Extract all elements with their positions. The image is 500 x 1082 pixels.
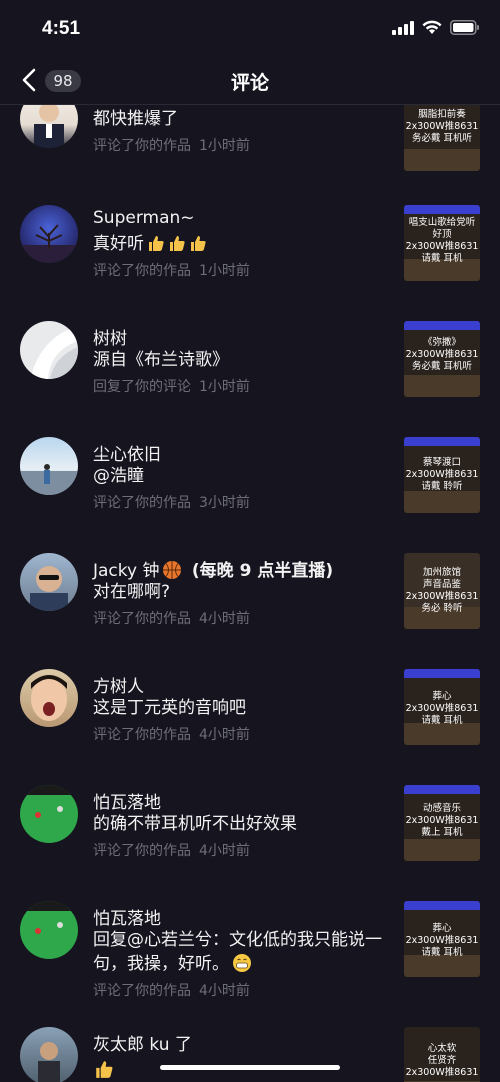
comment-meta: 评论了你的作品 4小时前: [93, 724, 250, 744]
comment-time: 1小时前: [199, 138, 250, 154]
comment-text: 都快推爆了: [93, 109, 178, 129]
work-thumbnail[interactable]: 动感音乐 2x300W推8631 戴上 耳机: [404, 785, 480, 861]
list-item[interactable]: Superman~ 真好听 评论了你的作品 1小时前 唱支山歌给党听 好顶 2x3…: [0, 205, 500, 295]
thumbs-up-icon: [170, 236, 185, 251]
comment-list[interactable]: 都快推爆了 评论了你的作品 1小时前 胭脂扣前奏 2x300W推8631 务必戴 …: [0, 105, 500, 1082]
comment-text: 源自《布兰诗歌》: [93, 350, 229, 370]
thumbs-up-icon: [149, 236, 164, 251]
home-indicator[interactable]: [160, 1065, 340, 1070]
list-item[interactable]: 尘心依旧 @浩瞳 评论了你的作品 3小时前 蔡琴渡口 2x300W推8631 请戴…: [0, 437, 500, 527]
work-thumbnail[interactable]: 葬心 2x300W推8631 请戴 耳机: [404, 669, 480, 745]
battery-icon: [450, 20, 479, 35]
comment-action: 评论了你的作品: [93, 727, 191, 743]
cellular-signal-icon: [392, 20, 414, 35]
comment-time: 1小时前: [199, 379, 250, 395]
comment-action: 回复了你的评论: [93, 379, 191, 395]
page-title: 评论: [230, 72, 269, 94]
status-icons: [392, 20, 480, 35]
list-item[interactable]: 怕瓦落地 的确不带耳机听不出好效果 评论了你的作品 4小时前 动感音乐 2x300…: [0, 785, 500, 875]
avatar[interactable]: [20, 321, 78, 379]
comment-text: 回复@心若兰兮：文化低的我只能说一句，我操，好听。: [93, 930, 382, 974]
comment-action: 评论了你的作品: [93, 843, 191, 859]
thumbs-up-icon: [191, 236, 206, 251]
comment-action: 评论了你的作品: [93, 983, 191, 999]
comment-time: 3小时前: [199, 495, 250, 511]
comment-meta: 评论了你的作品 4小时前: [93, 840, 250, 860]
user-name[interactable]: 方树人: [93, 672, 144, 697]
grinning-face-icon: [233, 954, 251, 972]
status-time: 4:51: [42, 18, 81, 39]
list-item[interactable]: 方树人 这是丁元英的音响吧 评论了你的作品 4小时前 葬心 2x300W推8631…: [0, 669, 500, 759]
comment-text: 这是丁元英的音响吧: [93, 698, 246, 718]
list-item[interactable]: 树树 源自《布兰诗歌》 回复了你的评论 1小时前 《弥撒》 2x300W推8631…: [0, 321, 500, 411]
comment-text: 真好听: [93, 232, 393, 256]
work-thumbnail[interactable]: 《弥撒》 2x300W推8631 务必戴 耳机听: [404, 321, 480, 397]
user-name[interactable]: 怕瓦落地: [93, 788, 161, 813]
comment-action: 评论了你的作品: [93, 611, 191, 627]
comment-meta: 评论了你的作品 1小时前: [93, 260, 250, 280]
comment-action: 评论了你的作品: [93, 495, 191, 511]
comment-action: 评论了你的作品: [93, 263, 191, 279]
list-item[interactable]: 灰太郎 ku 了 心太软 任贤齐 2x300W推8631: [0, 1027, 500, 1082]
comment-text: 对在哪啊?: [93, 582, 171, 602]
comment-meta: 评论了你的作品 1小时前: [93, 135, 250, 155]
work-thumbnail[interactable]: 唱支山歌给党听 好顶 2x300W推8631 请戴 耳机: [404, 205, 480, 281]
user-name[interactable]: 树树: [93, 324, 127, 349]
list-item[interactable]: 怕瓦落地 回复@心若兰兮：文化低的我只能说一句，我操，好听。 评论了你的作品 4小…: [0, 901, 500, 1011]
comment-meta: 回复了你的评论 1小时前: [93, 376, 250, 396]
user-name[interactable]: 怕瓦落地: [93, 904, 161, 929]
comment-time: 4小时前: [199, 843, 250, 859]
comment-action: 评论了你的作品: [93, 138, 191, 154]
comment-meta: 评论了你的作品 4小时前: [93, 980, 250, 1000]
avatar[interactable]: [20, 785, 78, 843]
avatar[interactable]: [20, 669, 78, 727]
avatar[interactable]: [20, 437, 78, 495]
user-name[interactable]: 尘心依旧: [93, 440, 161, 465]
user-name[interactable]: Jacky 钟 (每晚 9 点半直播): [93, 556, 333, 581]
comment-text: @浩瞳: [93, 466, 144, 486]
nav-bar: 98 评论: [0, 58, 500, 104]
work-thumbnail[interactable]: 葬心 2x300W推8631 请戴 耳机: [404, 901, 480, 977]
work-thumbnail[interactable]: 胭脂扣前奏 2x300W推8631 务必戴 耳机听: [404, 105, 480, 171]
comment-meta: 评论了你的作品 3小时前: [93, 492, 250, 512]
comment-time: 4小时前: [199, 983, 250, 999]
avatar[interactable]: [20, 105, 78, 148]
thumbs-up-icon: [96, 1061, 113, 1078]
comment-text: 的确不带耳机听不出好效果: [93, 814, 297, 834]
comment-meta: 评论了你的作品 4小时前: [93, 608, 250, 628]
avatar[interactable]: [20, 1027, 78, 1082]
avatar[interactable]: [20, 553, 78, 611]
basketball-icon: [163, 561, 182, 579]
list-item[interactable]: 都快推爆了 评论了你的作品 1小时前 胭脂扣前奏 2x300W推8631 务必戴 …: [0, 105, 500, 175]
comment-time: 1小时前: [199, 263, 250, 279]
work-thumbnail[interactable]: 加州旅馆 声音品鉴 2x300W推8631 务必 聆听: [404, 553, 480, 629]
wifi-icon: [422, 20, 442, 34]
work-thumbnail[interactable]: 蔡琴渡口 2x300W推8631 请戴 聆听: [404, 437, 480, 513]
user-name[interactable]: Superman~: [93, 208, 195, 228]
status-bar: 4:51: [0, 0, 500, 58]
user-name[interactable]: 灰太郎 ku 了: [93, 1030, 192, 1055]
work-thumbnail[interactable]: 心太软 任贤齐 2x300W推8631: [404, 1027, 480, 1082]
avatar[interactable]: [20, 901, 78, 959]
list-item[interactable]: Jacky 钟 (每晚 9 点半直播) 对在哪啊? 评论了你的作品 4小时前 加州…: [0, 553, 500, 643]
avatar[interactable]: [20, 205, 78, 263]
comment-time: 4小时前: [199, 611, 250, 627]
comment-time: 4小时前: [199, 727, 250, 743]
